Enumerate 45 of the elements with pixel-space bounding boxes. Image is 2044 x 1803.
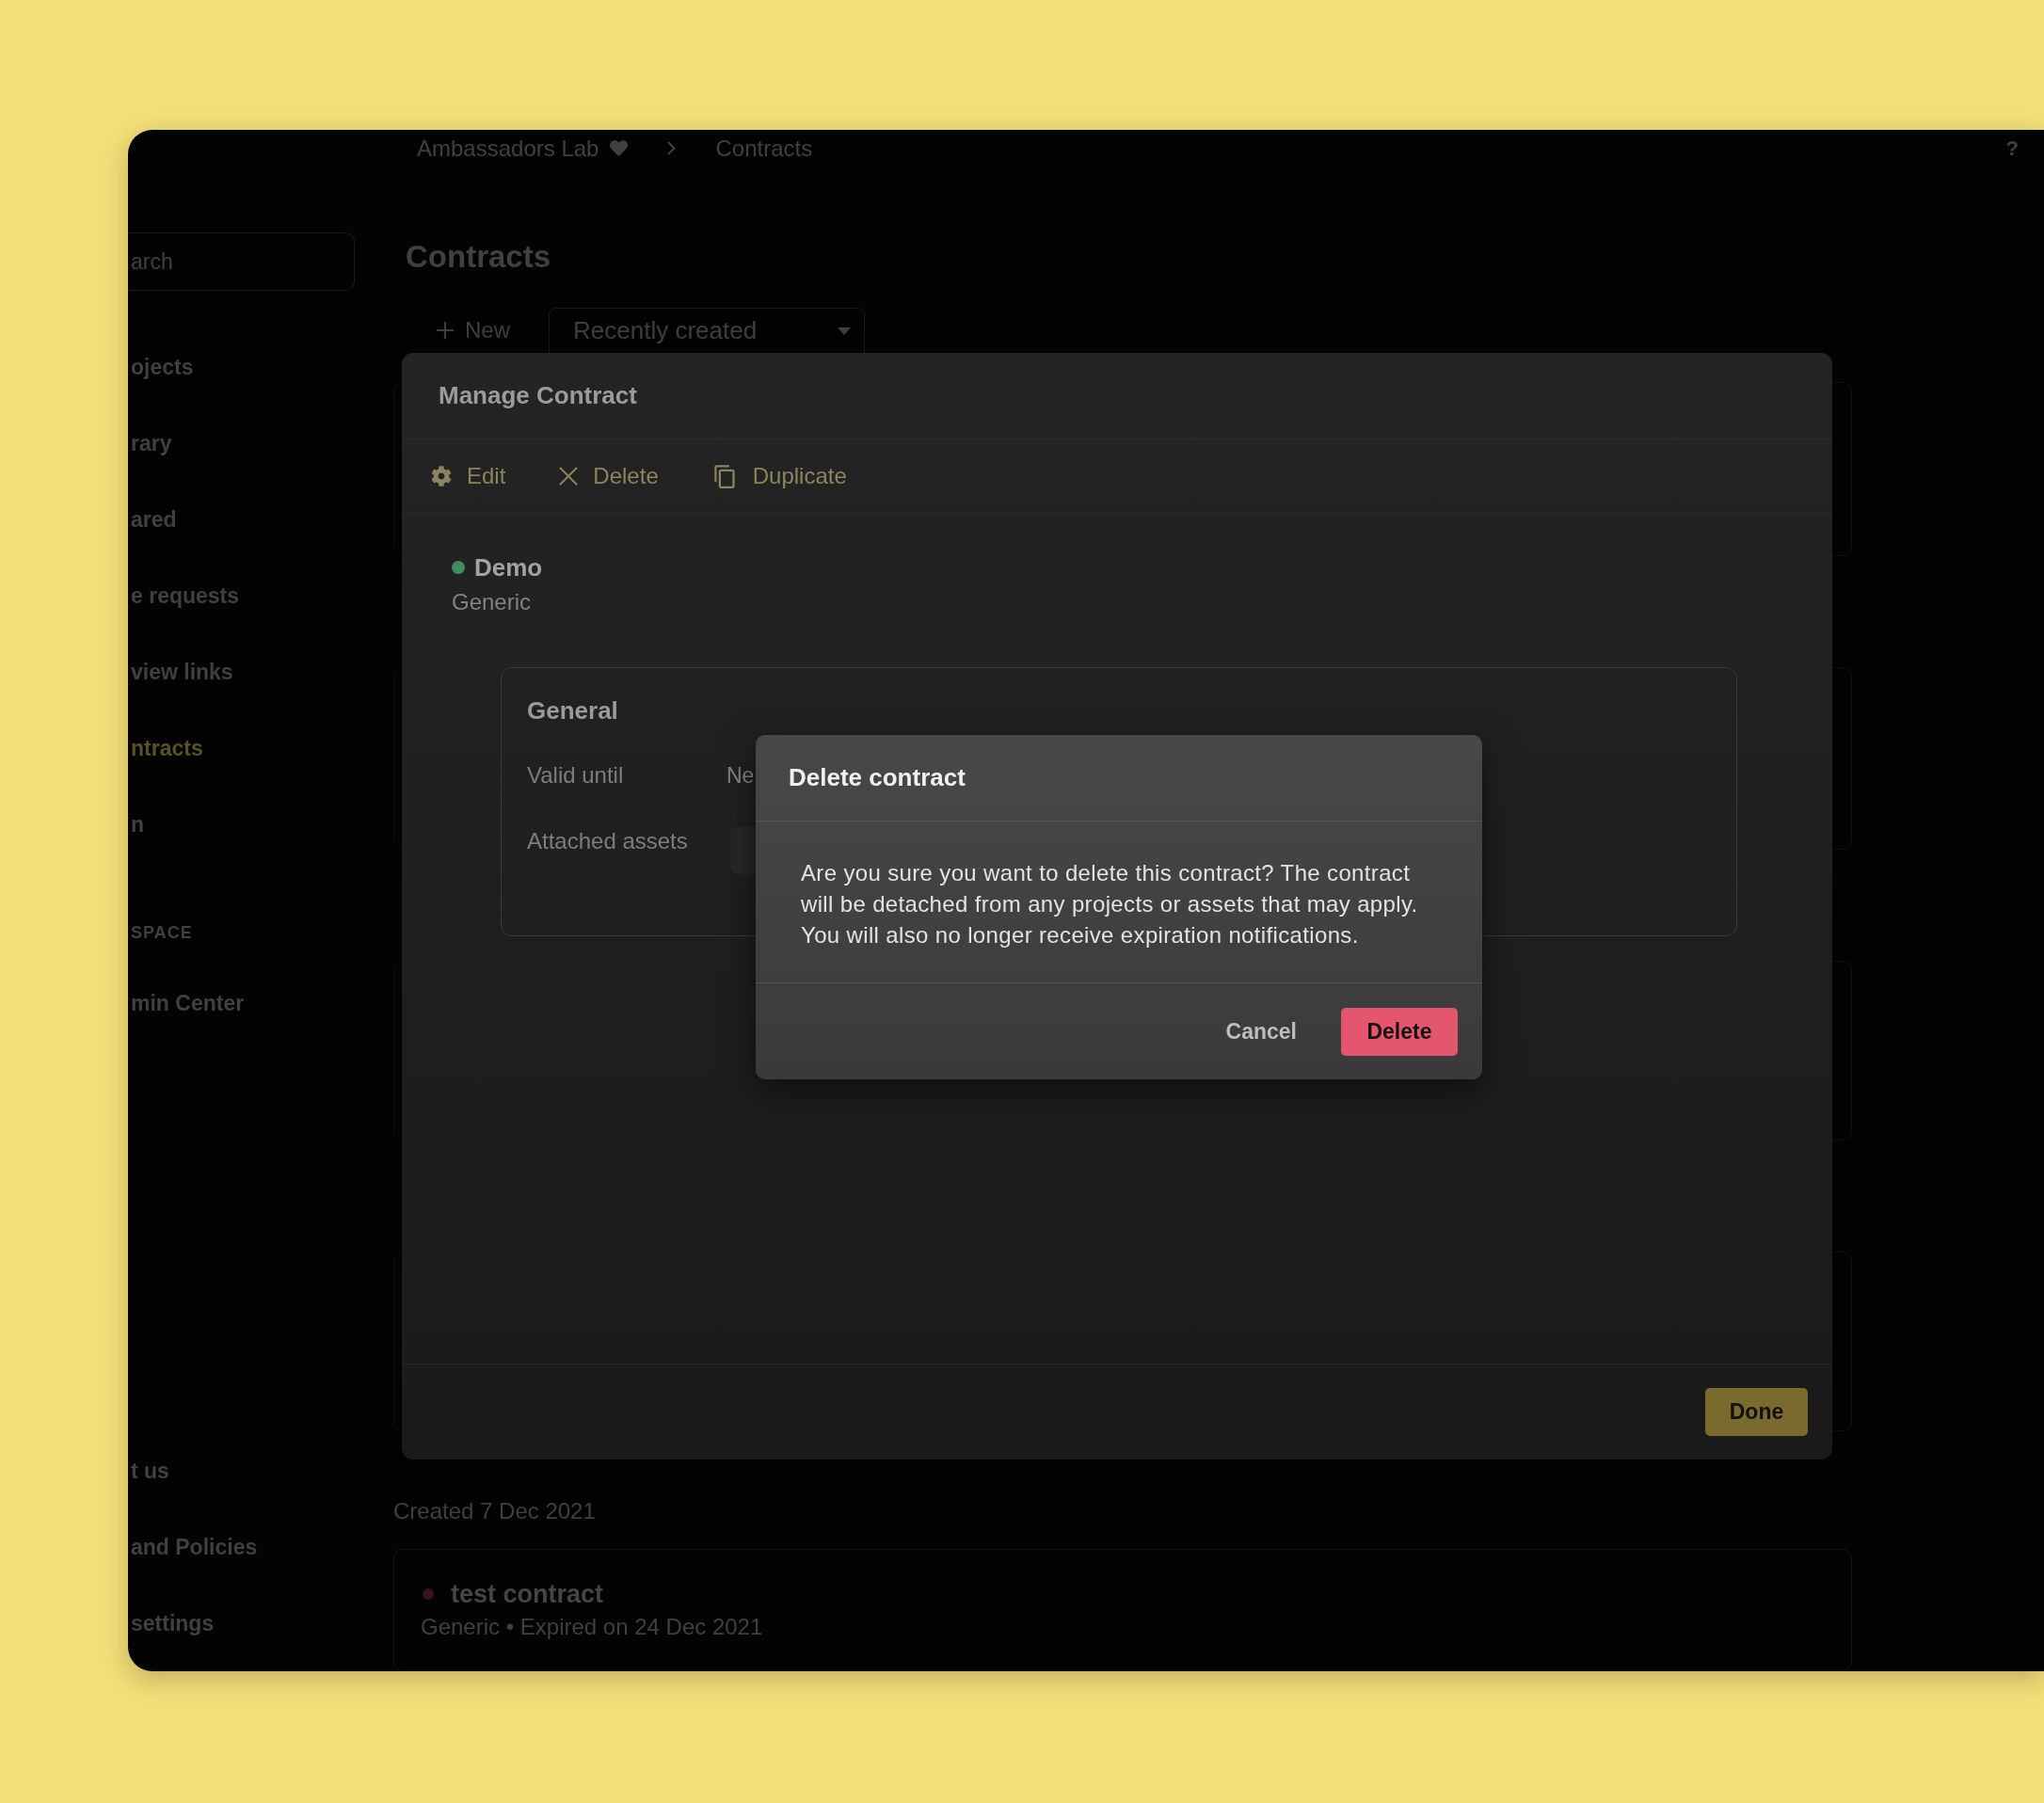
contract-name: test contract <box>451 1580 604 1609</box>
sidebar-item[interactable]: settings <box>128 1586 393 1662</box>
copy-icon <box>711 463 738 489</box>
section-label: SPACE <box>130 921 194 944</box>
action-button[interactable]: Delete <box>559 463 659 489</box>
sidebar-item[interactable]: ntracts <box>128 710 393 787</box>
sidebar-item[interactable]: rary <box>128 406 393 482</box>
done-button[interactable]: Done <box>1705 1388 1808 1436</box>
field-label: Valid until <box>527 762 624 788</box>
sidebar-item[interactable]: min Center <box>128 965 393 1042</box>
chevron-right-icon <box>667 141 677 156</box>
cross-icon <box>559 467 579 486</box>
sidebar-item[interactable]: view links <box>128 634 393 710</box>
action-button[interactable]: Duplicate <box>711 463 847 489</box>
asset-chip[interactable] <box>730 826 755 874</box>
sidebar-item[interactable]: and Policies <box>128 1509 393 1586</box>
dialog-message: Are you sure you want to delete this contract? The contract will be detached from any projects or assets that may apply. You will also no longer receive expiration notifications. <box>801 859 1419 949</box>
dialog-title: Delete contract <box>789 763 966 792</box>
new-button[interactable]: New <box>437 308 510 354</box>
sidebar-item[interactable]: n <box>128 787 393 863</box>
help-button[interactable]: ? <box>2005 136 2019 161</box>
field-value: Ne <box>727 762 755 790</box>
caret-down-icon <box>838 327 851 336</box>
heart-icon <box>610 139 629 158</box>
sidebar-item[interactable]: e requests <box>128 558 393 634</box>
action-button[interactable]: Edit <box>431 463 506 489</box>
group-label: Created 7 Dec 2021 <box>393 1498 596 1525</box>
sidebar-item[interactable]: t us <box>128 1433 393 1509</box>
sidebar-item[interactable]: ared <box>128 482 393 558</box>
gear-icon <box>431 466 452 487</box>
sidebar-item[interactable]: ojects <box>128 329 393 406</box>
delete-button[interactable]: Delete <box>1341 1007 1458 1056</box>
contract-card[interactable]: test contract Generic • Expired on 24 Dec 2021 <box>393 1549 1852 1671</box>
contract-meta: Generic • Expired on 24 Dec 2021 <box>421 1614 763 1641</box>
cancel-button[interactable]: Cancel <box>1214 1011 1308 1052</box>
plus-icon <box>437 322 454 340</box>
contract-name: Demo <box>474 552 543 582</box>
search-field[interactable]: arch <box>128 232 355 291</box>
page-title: Contracts <box>406 238 551 277</box>
modal-title: Manage Contract <box>439 381 637 410</box>
breadcrumb-current: Contracts <box>715 135 813 162</box>
section-title: General <box>527 696 618 725</box>
field-label: Attached assets <box>527 828 688 854</box>
contract-type: Generic <box>452 588 532 616</box>
breadcrumb-link[interactable]: Ambassadors Lab <box>417 135 599 162</box>
